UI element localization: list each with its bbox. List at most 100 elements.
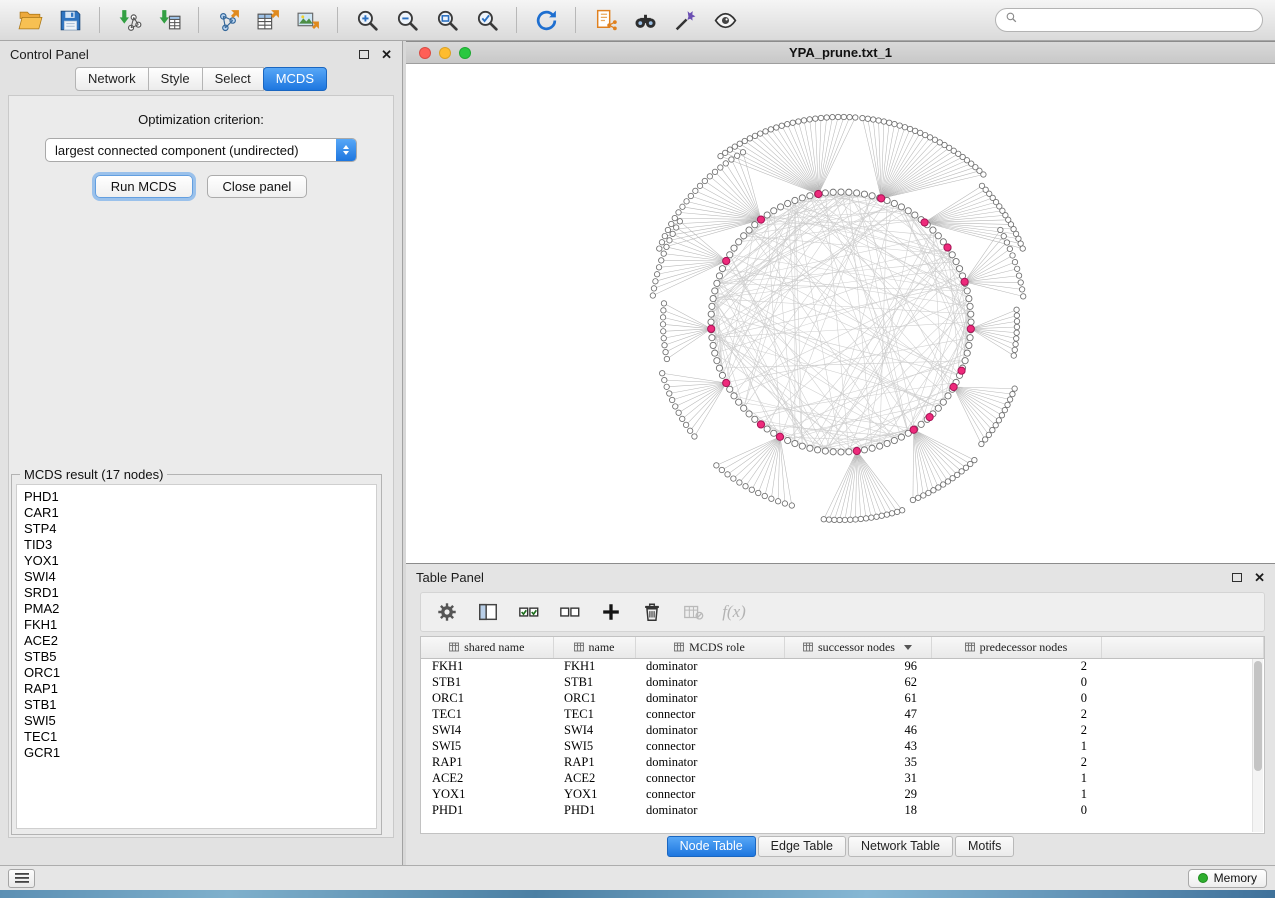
cell-role[interactable]: connector [635,738,784,754]
cell-predecessors[interactable]: 0 [931,690,1101,706]
cell-successors[interactable]: 96 [784,658,931,674]
clear-selection-icon[interactable] [558,600,582,624]
cell-name[interactable]: TEC1 [553,706,635,722]
cell-name[interactable]: YOX1 [553,786,635,802]
mcds-result-item[interactable]: SRD1 [24,585,376,601]
cell-shared-name[interactable]: STB1 [421,674,553,690]
cell-shared-name[interactable]: SWI5 [421,738,553,754]
cell-role[interactable]: dominator [635,690,784,706]
zoom-selected-icon[interactable] [469,4,505,36]
cell-successors[interactable]: 43 [784,738,931,754]
cell-role[interactable]: connector [635,770,784,786]
export-image-icon[interactable] [290,4,326,36]
export-network-icon[interactable] [210,4,246,36]
tab-node-table[interactable]: Node Table [667,836,756,857]
cell-name[interactable]: SWI4 [553,722,635,738]
cell-shared-name[interactable]: YOX1 [421,786,553,802]
cell-name[interactable]: PHD1 [553,802,635,818]
select-all-icon[interactable] [517,600,541,624]
cell-successors[interactable]: 62 [784,674,931,690]
zoom-in-icon[interactable] [349,4,385,36]
save-icon[interactable] [52,4,88,36]
cell-name[interactable]: STB1 [553,674,635,690]
table-row[interactable]: ACE2ACE2connector311 [421,770,1264,786]
mcds-result-item[interactable]: TID3 [24,537,376,553]
cell-name[interactable]: ACE2 [553,770,635,786]
cell-successors[interactable]: 31 [784,770,931,786]
column-header-name[interactable]: name [553,637,635,658]
tab-select[interactable]: Select [202,67,264,91]
tab-mcds[interactable]: MCDS [263,67,327,91]
float-panel-icon[interactable] [1232,573,1242,582]
mcds-result-item[interactable]: PMA2 [24,601,376,617]
duplicate-network-icon[interactable] [587,4,623,36]
table-row[interactable]: RAP1RAP1dominator352 [421,754,1264,770]
table-row[interactable]: PHD1PHD1dominator180 [421,802,1264,818]
cell-predecessors[interactable]: 2 [931,722,1101,738]
cell-successors[interactable]: 46 [784,722,931,738]
cell-name[interactable]: ORC1 [553,690,635,706]
cell-predecessors[interactable]: 0 [931,674,1101,690]
column-header-predecessor-nodes[interactable]: predecessor nodes [931,637,1101,658]
table-row[interactable]: SWI4SWI4dominator462 [421,722,1264,738]
column-header-mcds-role[interactable]: MCDS role [635,637,784,658]
mcds-result-item[interactable]: GCR1 [24,745,376,761]
cell-predecessors[interactable]: 1 [931,786,1101,802]
cell-successors[interactable]: 35 [784,754,931,770]
cell-predecessors[interactable]: 2 [931,706,1101,722]
cell-predecessors[interactable]: 1 [931,770,1101,786]
criterion-dropdown[interactable]: largest connected component (undirected) [45,138,357,162]
mcds-result-item[interactable]: SWI5 [24,713,376,729]
table-row[interactable]: SWI5SWI5connector431 [421,738,1264,754]
cell-shared-name[interactable]: TEC1 [421,706,553,722]
import-network-icon[interactable] [111,4,147,36]
cell-role[interactable]: connector [635,786,784,802]
run-mcds-button[interactable]: Run MCDS [95,175,193,198]
binoculars-icon[interactable] [627,4,663,36]
cell-shared-name[interactable]: ACE2 [421,770,553,786]
cell-predecessors[interactable]: 2 [931,754,1101,770]
gear-icon[interactable] [435,600,459,624]
cell-role[interactable]: dominator [635,658,784,674]
search-box[interactable] [995,8,1263,32]
maximize-window-icon[interactable] [459,47,471,59]
mcds-result-item[interactable]: TEC1 [24,729,376,745]
tab-edge-table[interactable]: Edge Table [758,836,846,857]
delete-row-icon[interactable] [640,600,664,624]
mcds-result-item[interactable]: SWI4 [24,569,376,585]
table-row[interactable]: YOX1YOX1connector291 [421,786,1264,802]
float-panel-icon[interactable] [359,50,369,59]
cell-shared-name[interactable]: PHD1 [421,802,553,818]
minimize-window-icon[interactable] [439,47,451,59]
cell-shared-name[interactable]: RAP1 [421,754,553,770]
mcds-result-item[interactable]: PHD1 [24,489,376,505]
columns-icon[interactable] [476,600,500,624]
table-row[interactable]: ORC1ORC1dominator610 [421,690,1264,706]
refresh-icon[interactable] [528,4,564,36]
column-header-successor-nodes[interactable]: successor nodes [784,637,931,658]
zoom-fit-icon[interactable] [429,4,465,36]
table-scrollbar[interactable] [1252,659,1263,832]
cell-successors[interactable]: 61 [784,690,931,706]
close-window-icon[interactable] [419,47,431,59]
cell-name[interactable]: FKH1 [553,658,635,674]
table-row[interactable]: TEC1TEC1connector472 [421,706,1264,722]
export-table-icon[interactable] [250,4,286,36]
cell-predecessors[interactable]: 2 [931,658,1101,674]
scrollbar-thumb[interactable] [1254,661,1262,771]
cell-successors[interactable]: 29 [784,786,931,802]
mcds-result-item[interactable]: ACE2 [24,633,376,649]
mcds-result-item[interactable]: STB1 [24,697,376,713]
search-input[interactable] [1024,13,1253,27]
cell-shared-name[interactable]: FKH1 [421,658,553,674]
mcds-result-item[interactable]: ORC1 [24,665,376,681]
mcds-result-item[interactable]: CAR1 [24,505,376,521]
close-panel-icon[interactable]: ✕ [381,48,392,61]
cell-shared-name[interactable]: ORC1 [421,690,553,706]
cell-predecessors[interactable]: 1 [931,738,1101,754]
wand-icon[interactable] [667,4,703,36]
mcds-result-item[interactable]: FKH1 [24,617,376,633]
open-folder-icon[interactable] [12,4,48,36]
memory-button[interactable]: Memory [1188,869,1267,888]
network-titlebar[interactable]: YPA_prune.txt_1 [406,42,1275,64]
